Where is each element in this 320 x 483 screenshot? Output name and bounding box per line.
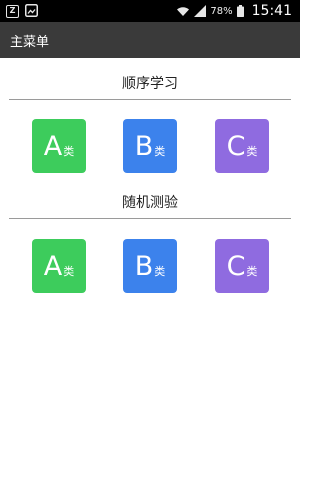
quiz-category-a-button[interactable]: A 类 bbox=[32, 239, 86, 293]
tile-suffix: 类 bbox=[63, 264, 75, 278]
section-title-random-quiz: 随机测验 bbox=[122, 195, 178, 211]
image-icon bbox=[25, 2, 38, 21]
tile-letter: B bbox=[134, 250, 154, 282]
tile-letter: C bbox=[226, 250, 246, 282]
battery-percent: 78% bbox=[210, 5, 233, 17]
clock: 15:41 bbox=[251, 3, 292, 19]
tile-letter: A bbox=[43, 130, 63, 162]
section-title-sequential: 顺序学习 bbox=[122, 76, 178, 92]
section-divider bbox=[9, 99, 291, 100]
page-title: 主菜单 bbox=[10, 34, 50, 50]
tile-suffix: 类 bbox=[63, 144, 75, 158]
tile-suffix: 类 bbox=[246, 144, 258, 158]
wifi-icon bbox=[176, 5, 190, 17]
status-left: Z bbox=[6, 2, 38, 21]
signal-icon bbox=[194, 5, 207, 17]
section-divider bbox=[9, 218, 291, 219]
tile-letter: B bbox=[134, 130, 154, 162]
tile-suffix: 类 bbox=[154, 144, 166, 158]
status-right: 78% 15:41 bbox=[176, 3, 292, 19]
tile-letter: A bbox=[43, 250, 63, 282]
sequential-category-b-button[interactable]: B 类 bbox=[123, 119, 177, 173]
tile-letter: C bbox=[226, 130, 246, 162]
battery-icon bbox=[236, 5, 244, 17]
status-bar: Z 78% 15:41 bbox=[0, 0, 300, 22]
tile-suffix: 类 bbox=[154, 264, 166, 278]
tile-suffix: 类 bbox=[246, 264, 258, 278]
notification-z-icon: Z bbox=[6, 4, 19, 18]
quiz-category-c-button[interactable]: C 类 bbox=[215, 239, 269, 293]
sequential-category-c-button[interactable]: C 类 bbox=[215, 119, 269, 173]
app-bar: 主菜单 bbox=[0, 22, 300, 58]
sequential-category-a-button[interactable]: A 类 bbox=[32, 119, 86, 173]
quiz-category-b-button[interactable]: B 类 bbox=[123, 239, 177, 293]
